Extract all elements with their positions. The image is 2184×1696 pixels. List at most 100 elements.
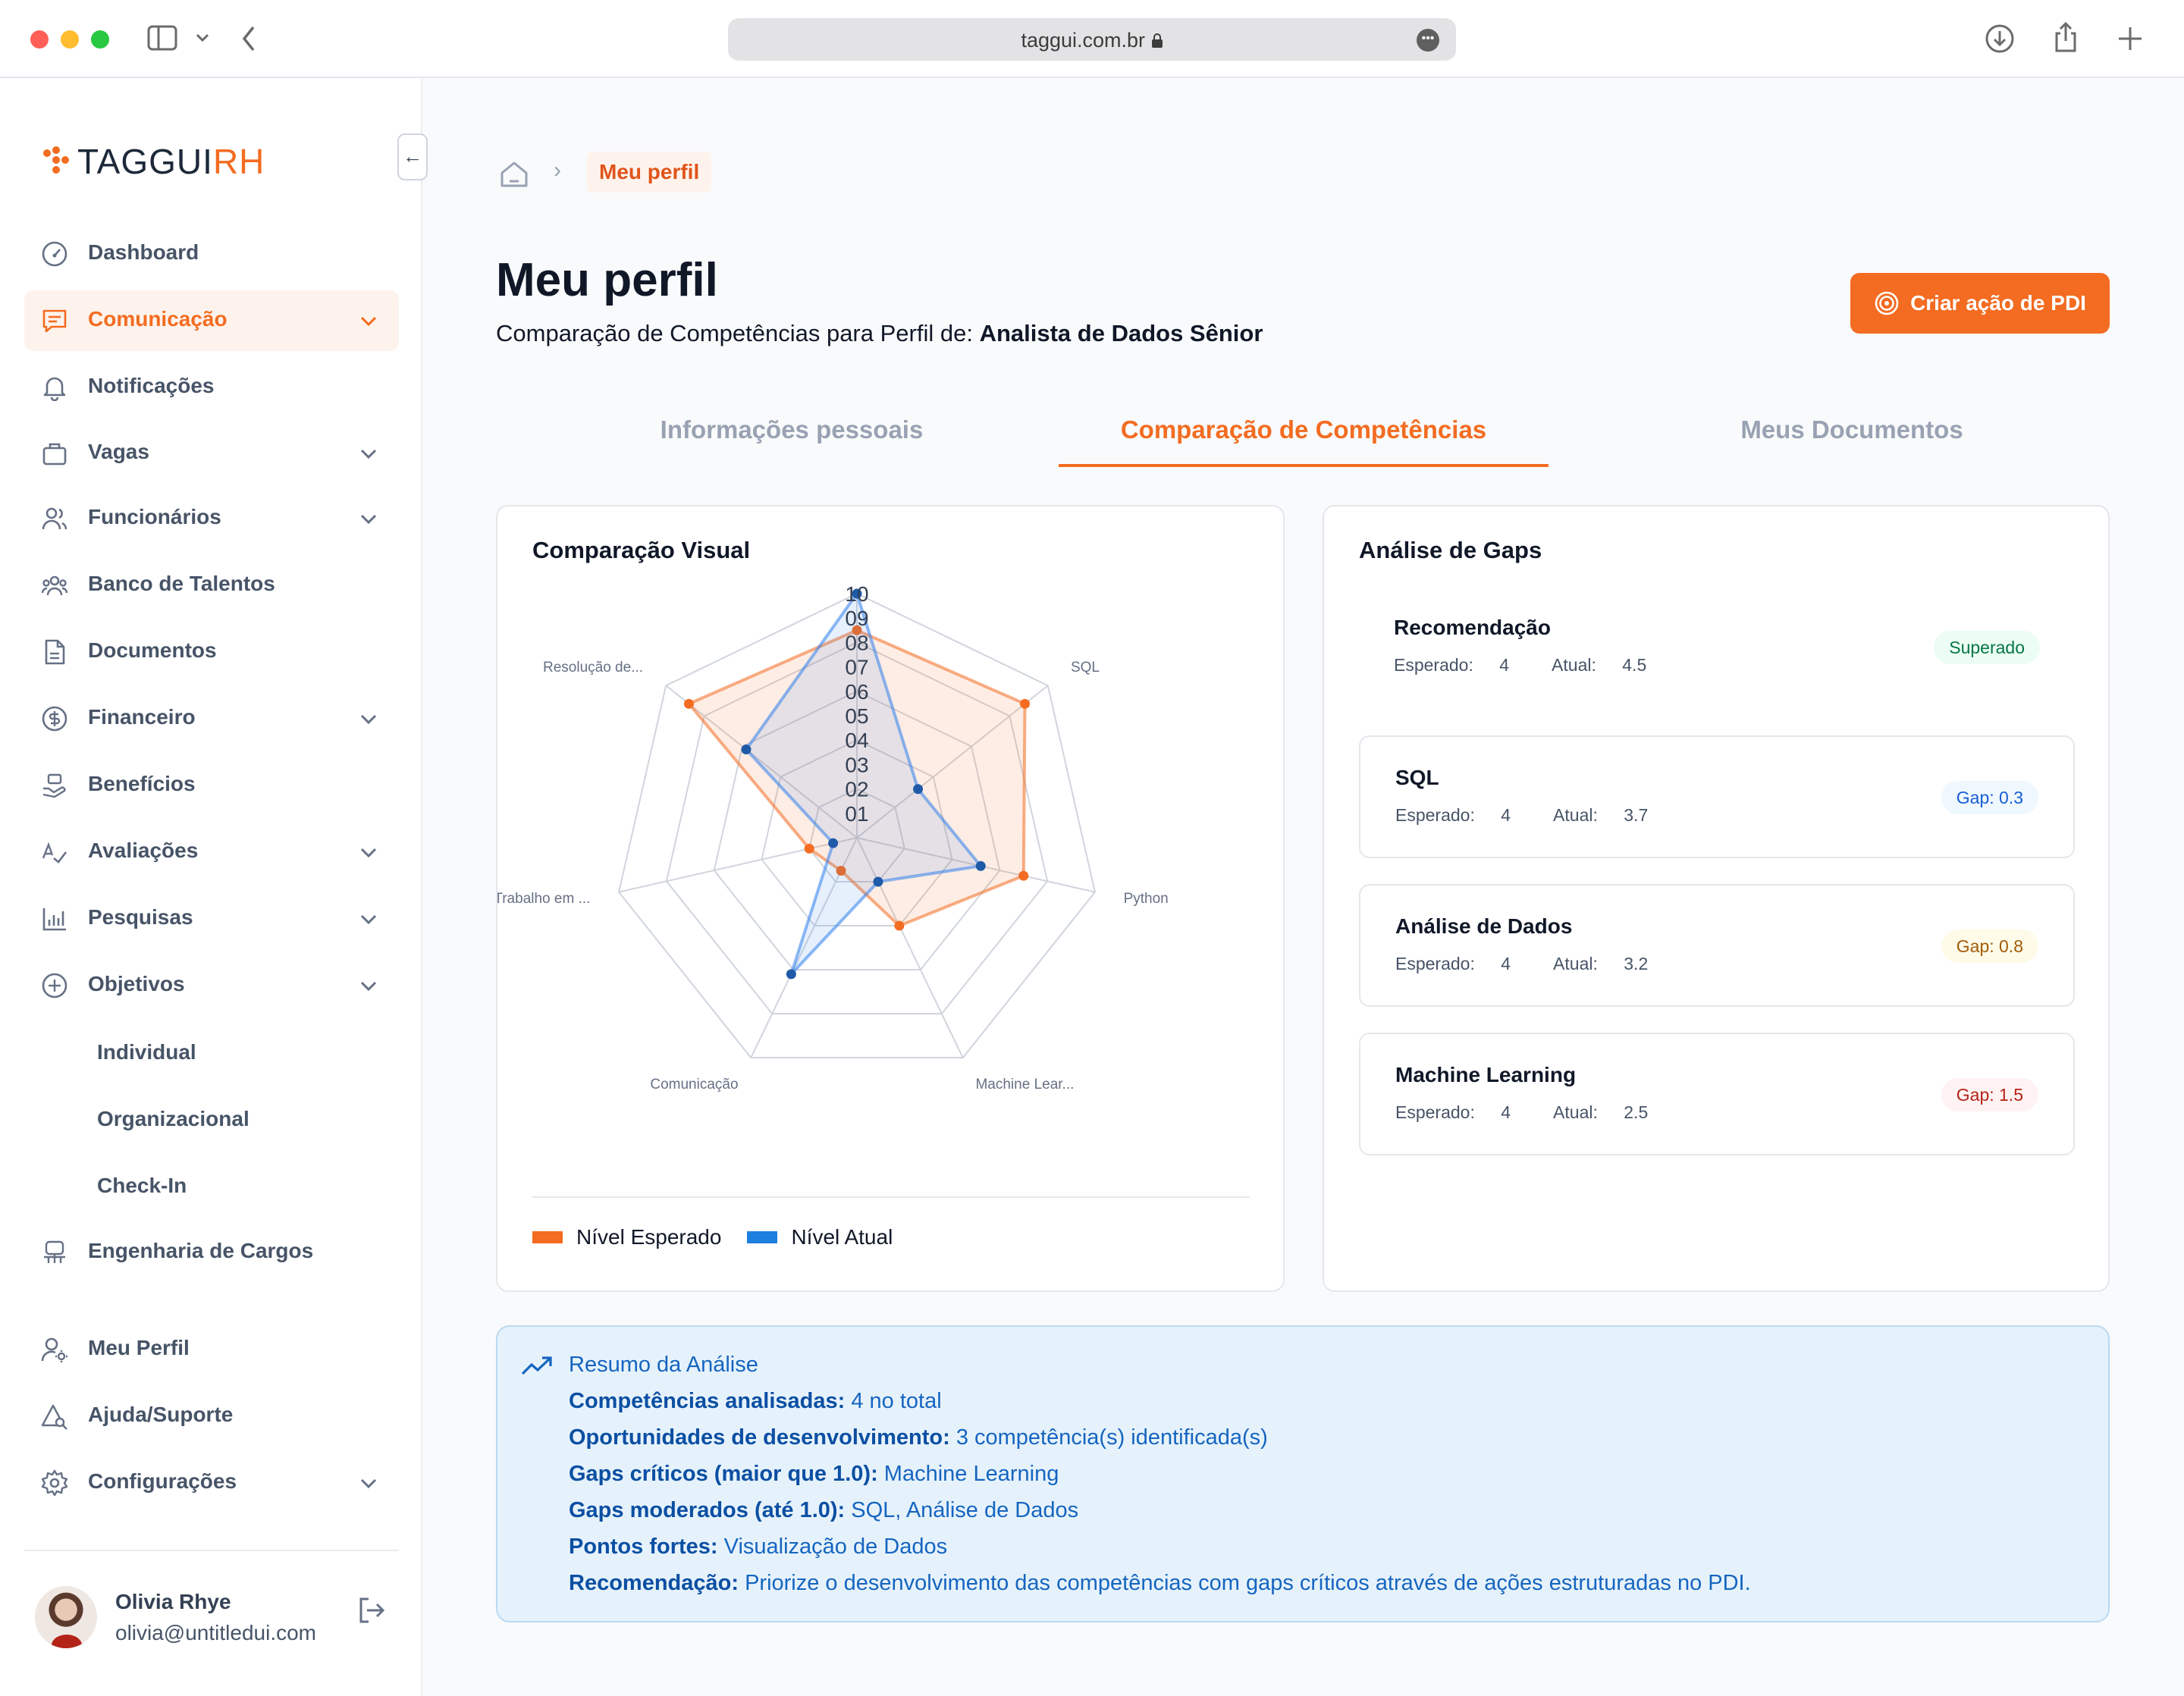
logo-mark-icon	[43, 146, 69, 174]
legend-swatch-esperado	[532, 1231, 563, 1243]
radar-tick-label: 08	[845, 631, 868, 654]
sidebar-item-engenharia-de-cargos[interactable]: Engenharia de Cargos	[24, 1222, 399, 1283]
summary-line: Competências analisadas: 4 no total	[569, 1389, 942, 1413]
sidebar-subitem-individual[interactable]: Individual	[97, 1040, 196, 1064]
sidebar-item-label: Vagas	[88, 440, 149, 463]
radar-tick-label: 07	[845, 656, 868, 679]
gap-item-analise-de-dados[interactable]: Análise de Dados Esperado: 4 Atual: 3.2 G…	[1359, 884, 2075, 1007]
back-icon[interactable]	[241, 26, 256, 52]
gap-meta: Esperado: 4 Atual: 2.5	[1395, 1102, 1649, 1122]
sidebar-item-documentos[interactable]: Documentos	[24, 622, 399, 682]
target-icon	[42, 973, 67, 998]
trending-up-icon	[521, 1356, 552, 1375]
share-icon[interactable]	[2052, 21, 2079, 53]
gauge-icon	[42, 241, 67, 267]
users-icon	[42, 507, 67, 530]
legend-item-atual[interactable]: Nível Atual	[747, 1225, 893, 1249]
tab-comparacao-competencias[interactable]: Comparação de Competências	[1059, 415, 1549, 444]
browser-toolbar: taggui.com.br •••	[0, 0, 2184, 78]
sidebar-toggle-icon[interactable]	[147, 25, 177, 51]
radar-point	[1020, 698, 1031, 709]
chart-card-title: Comparação Visual	[532, 537, 751, 563]
sidebar-item-dashboard[interactable]: Dashboard	[24, 224, 399, 284]
radar-tick-label: 03	[845, 753, 868, 776]
sidebar-item-configuracoes[interactable]: Configurações	[24, 1453, 399, 1513]
radar-point	[786, 969, 796, 980]
radar-axis-label: Resolução de...	[543, 660, 643, 676]
chevron-down-icon	[360, 514, 377, 525]
chevron-down-icon	[360, 848, 377, 858]
sidebar-item-objetivos[interactable]: Objetivos	[24, 955, 399, 1016]
sidebar-item-label: Financeiro	[88, 705, 196, 729]
sidebar-item-funcionarios[interactable]: Funcionários	[24, 488, 399, 549]
chart-card: Comparação Visual Análise de D...SQLPyth…	[496, 505, 1285, 1292]
talent-pool-icon	[41, 575, 68, 596]
summary-line: Gaps críticos (maior que 1.0): Machine L…	[569, 1462, 1059, 1486]
new-tab-icon[interactable]	[2117, 26, 2143, 52]
sidebar-item-label: Avaliações	[88, 839, 199, 862]
gap-meta: Esperado: 4 Atual: 3.7	[1395, 805, 1649, 825]
sidebar-subitem-check-in[interactable]: Check-In	[97, 1174, 187, 1198]
maximize-window-button[interactable]	[91, 30, 109, 49]
help-search-icon	[41, 1404, 67, 1430]
sidebar-item-financeiro[interactable]: Financeiro	[24, 688, 399, 749]
create-pdi-action-button[interactable]: Criar ação de PDI	[1850, 273, 2110, 334]
address-bar[interactable]: taggui.com.br •••	[728, 18, 1456, 61]
page-subtitle: Comparação de Competências para Perfil d…	[496, 320, 1263, 347]
gap-item-machine-learning[interactable]: Machine Learning Esperado: 4 Atual: 2.5 G…	[1359, 1033, 2075, 1155]
radar-tick-label: 10	[845, 582, 868, 606]
sidebar-item-label: Benefícios	[88, 772, 196, 795]
gap-name: Análise de Dados	[1395, 914, 1573, 938]
sidebar-item-label: Funcionários	[88, 505, 221, 528]
logout-icon[interactable]	[356, 1595, 387, 1625]
target-icon	[1875, 291, 1899, 315]
sidebar-item-comunicacao[interactable]: Comunicação	[24, 290, 399, 351]
minimize-window-button[interactable]	[61, 30, 79, 49]
briefcase-icon	[42, 443, 67, 466]
sidebar-item-ajuda-suporte[interactable]: Ajuda/Suporte	[24, 1386, 399, 1447]
radar-point	[1018, 870, 1029, 881]
legend-swatch-atual	[747, 1231, 778, 1243]
status-badge: Superado	[1934, 631, 2040, 664]
sidebar-item-banco-de-talentos[interactable]: Banco de Talentos	[24, 555, 399, 616]
tab-informacoes-pessoais[interactable]: Informações pessoais	[595, 415, 989, 444]
sidebar-item-avaliacoes[interactable]: Avaliações	[24, 822, 399, 882]
radar-point	[828, 838, 839, 848]
gap-item-recomendacao[interactable]: Recomendação Esperado: 4 Atual: 4.5 Super…	[1359, 587, 2075, 710]
gap-current: 3.7	[1624, 805, 1649, 825]
sidebar: TAGGUIRH ← Dashboard Comunicação Notific…	[0, 79, 428, 1696]
sidebar-item-label: Meu Perfil	[88, 1336, 190, 1359]
legend-item-esperado[interactable]: Nível Esperado	[532, 1225, 721, 1249]
gap-name: Machine Learning	[1395, 1063, 1577, 1086]
gear-icon	[41, 1469, 68, 1497]
sidebar-item-pesquisas[interactable]: Pesquisas	[24, 889, 399, 949]
document-icon	[45, 639, 65, 665]
sidebar-item-beneficios[interactable]: Benefícios	[24, 755, 399, 816]
gap-current: 4.5	[1622, 655, 1647, 675]
gap-name: Recomendação	[1394, 616, 1551, 639]
radar-axis-label: Machine Lear...	[975, 1077, 1074, 1093]
status-badge: Gap: 0.3	[1941, 781, 2038, 814]
download-icon[interactable]	[1985, 24, 2015, 54]
chevron-down-icon	[360, 1478, 377, 1489]
page-menu-icon[interactable]: •••	[1417, 29, 1439, 52]
sidebar-item-vagas[interactable]: Vagas	[24, 423, 399, 484]
sidebar-item-label: Comunicação	[88, 307, 228, 331]
sidebar-divider	[24, 1550, 399, 1551]
bell-icon	[43, 377, 66, 401]
sidebar-item-notificacoes[interactable]: Notificações	[24, 357, 399, 418]
url-text: taggui.com.br	[1021, 29, 1146, 52]
home-icon[interactable]	[499, 159, 529, 190]
sidebar-item-label: Pesquisas	[88, 905, 193, 929]
tab-meus-documentos[interactable]: Meus Documentos	[1708, 415, 1996, 444]
radar-axis-label: SQL	[1071, 660, 1100, 676]
close-window-button[interactable]	[30, 30, 49, 49]
chevron-down-icon[interactable]	[196, 33, 209, 42]
sidebar-item-label: Notificações	[88, 374, 215, 397]
radar-tick-label: 02	[845, 778, 868, 801]
sidebar-subitem-organizacional[interactable]: Organizacional	[97, 1107, 249, 1131]
sidebar-item-meu-perfil[interactable]: Meu Perfil	[24, 1319, 399, 1380]
gap-item-sql[interactable]: SQL Esperado: 4 Atual: 3.7 Gap: 0.3	[1359, 735, 2075, 858]
user-name: Olivia Rhye	[115, 1590, 231, 1613]
avatar[interactable]	[35, 1586, 97, 1648]
